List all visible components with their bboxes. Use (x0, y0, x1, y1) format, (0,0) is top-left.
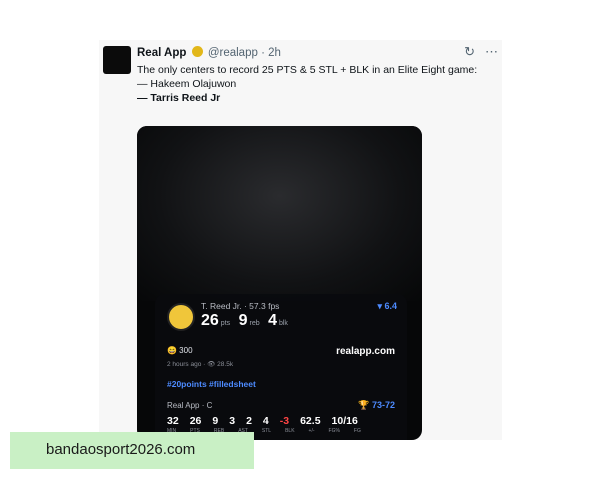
tweet-text: The only centers to record 25 PTS & 5 ST… (137, 63, 497, 105)
blocks-value: 4 (268, 312, 277, 329)
verified-badge-icon (191, 46, 203, 57)
post-meta: 2 hours ago · 👁 28.5k (167, 361, 234, 368)
stat-value: -3 (279, 415, 290, 427)
game-score: 🏆 73-72 (358, 400, 395, 410)
author-name[interactable]: Real App (137, 47, 186, 59)
player-photo (137, 126, 422, 301)
stat-line: 32 26 9 3 2 4 -3 62.5 10/16 (167, 415, 369, 427)
tweet-line-3: — Tarris Reed Jr (137, 92, 221, 104)
avatar[interactable] (103, 46, 131, 74)
rank-badge: ▾ 6.4 (377, 301, 397, 311)
rebounds-value: 9 (238, 312, 248, 329)
refresh-icon[interactable]: ↻ (464, 44, 475, 60)
source-label: Real App · C (167, 401, 213, 410)
reaction-count: 😄 300 (167, 346, 193, 355)
tweet-line-1: The only centers to record 25 PTS & 5 ST… (137, 64, 478, 76)
hashtags: #20points #filledsheet (167, 379, 256, 389)
stat-value: 62.5 (300, 415, 321, 427)
stat-label: BLK (285, 428, 295, 434)
stat-value: 4 (262, 415, 269, 427)
player-stats: 26 pts 9 reb 4 blk (201, 312, 292, 330)
player-avatar (167, 303, 195, 331)
stat-label: FG% (328, 428, 340, 434)
post-time: · 2h (261, 47, 281, 59)
stat-value: 32 (167, 415, 179, 427)
player-name: T. Reed Jr. · 57.3 fps (201, 301, 280, 311)
post-actions: ↻ ⋯ (464, 44, 498, 60)
stat-value: 3 (229, 415, 236, 427)
media-image[interactable]: T. Reed Jr. · 57.3 fps ▾ 6.4 26 pts 9 reb … (137, 126, 422, 440)
stat-label: FG (353, 428, 361, 434)
stat-value: 2 (246, 415, 252, 427)
watermark-text: bandaosport2026.com (46, 441, 196, 458)
stat-value: 9 (212, 415, 219, 427)
author-handle[interactable]: @realapp (208, 47, 258, 59)
tweet-header: Real App @realapp · 2h (137, 46, 281, 59)
screenshot: Real App @realapp · 2h ↻ ⋯ The only cent… (0, 0, 600, 480)
blocks-label: blk (278, 320, 288, 327)
stats-card: T. Reed Jr. · 57.3 fps ▾ 6.4 26 pts 9 reb … (155, 294, 407, 440)
more-icon[interactable]: ⋯ (485, 44, 498, 60)
points-label: pts (220, 320, 231, 327)
points-value: 26 (201, 312, 219, 329)
stat-label: +/- (308, 428, 315, 434)
tweet-line-2: — Hakeem Olajuwon (137, 78, 237, 90)
stat-label: STL (261, 428, 272, 434)
site-name: realapp.com (336, 346, 395, 357)
stat-value: 10/16 (331, 415, 358, 427)
rebounds-label: reb (249, 320, 260, 327)
stat-value: 26 (189, 415, 202, 427)
